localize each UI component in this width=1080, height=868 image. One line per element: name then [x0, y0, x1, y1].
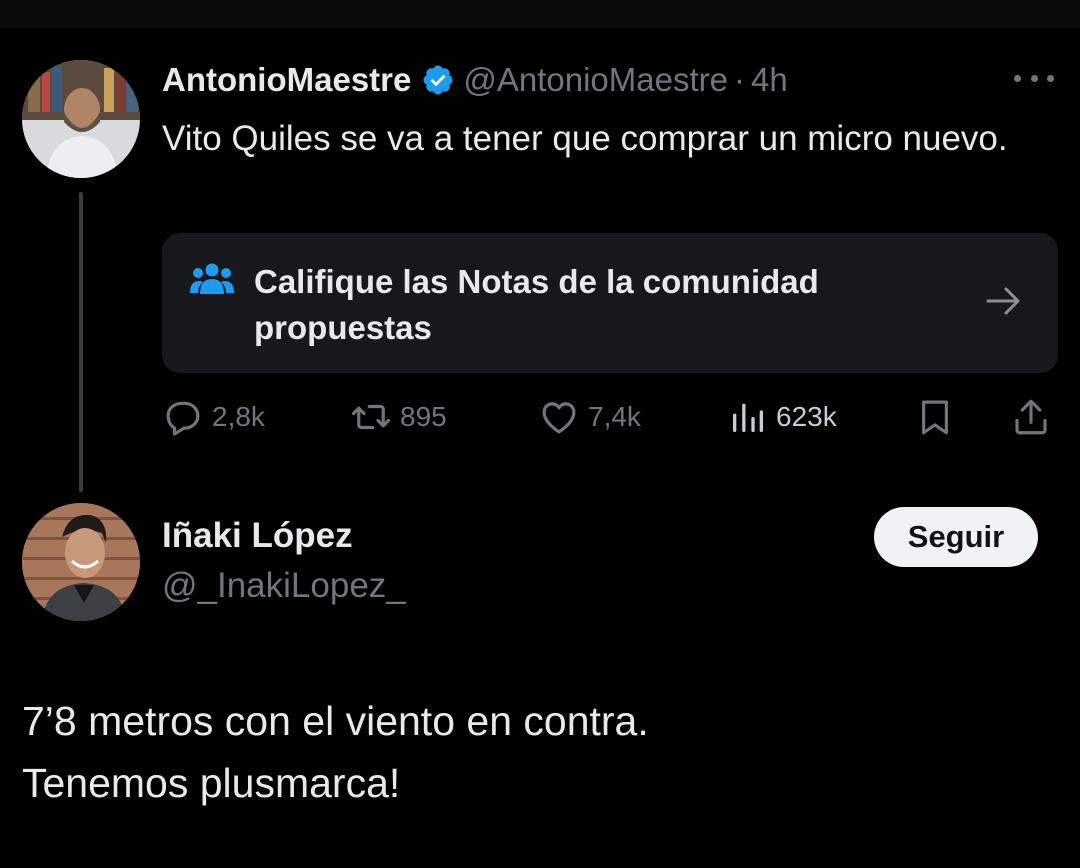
top-strip: [0, 0, 1080, 28]
tweet2-text: 7’8 metros con el viento en contra. Tene…: [22, 690, 1022, 814]
reply-button[interactable]: 2,8k: [162, 392, 265, 442]
tweet1-action-bar: 2,8k 895 7,4k 623k: [0, 392, 1080, 442]
analytics-icon: [733, 403, 763, 432]
bookmark-icon: [922, 400, 948, 435]
views-count: 623k: [776, 401, 837, 432]
more-options-icon[interactable]: [1014, 68, 1054, 88]
antonio-avatar[interactable]: [22, 60, 140, 178]
arrow-right-icon: [986, 287, 1020, 315]
share-button[interactable]: [1010, 392, 1060, 442]
repost-icon: [351, 404, 391, 430]
tweet1-timestamp[interactable]: 4h: [751, 61, 788, 99]
tweet1-text: Vito Quiles se va a tener que comprar un…: [162, 119, 1008, 158]
like-button[interactable]: 7,4k: [538, 392, 641, 442]
heart-icon: [542, 402, 576, 434]
tweet1-header: AntonioMaestre @AntonioMaestre · 4h: [162, 58, 788, 102]
tweet2-text-line2: Tenemos plusmarca!: [22, 760, 401, 806]
reply-icon: [166, 401, 200, 436]
reply-count: 2,8k: [212, 401, 265, 432]
tweet1-handle[interactable]: @AntonioMaestre: [463, 61, 728, 99]
views-button[interactable]: 623k: [728, 392, 837, 442]
verified-badge-icon[interactable]: [421, 63, 455, 97]
community-people-icon: [190, 263, 234, 294]
community-notes-card[interactable]: Califique las Notas de la comunidad prop…: [162, 233, 1058, 373]
thread-line: [79, 192, 83, 492]
share-icon: [1015, 399, 1047, 435]
like-count: 7,4k: [588, 401, 641, 432]
community-notes-label: Califique las Notas de la comunidad prop…: [254, 263, 819, 346]
tweet1-separator: ·: [734, 61, 745, 98]
follow-button[interactable]: Seguir: [874, 507, 1038, 567]
tweet2-author-name[interactable]: Iñaki López: [162, 516, 353, 556]
repost-count: 895: [400, 401, 447, 432]
tweet2-handle[interactable]: @_InakiLopez_: [162, 566, 406, 606]
tweet2-text-line1: 7’8 metros con el viento en contra.: [22, 698, 649, 744]
tweet1-author-name[interactable]: AntonioMaestre: [162, 61, 411, 99]
bookmark-button[interactable]: [914, 392, 964, 442]
inaki-avatar[interactable]: [22, 503, 140, 621]
repost-button[interactable]: 895: [350, 392, 447, 442]
